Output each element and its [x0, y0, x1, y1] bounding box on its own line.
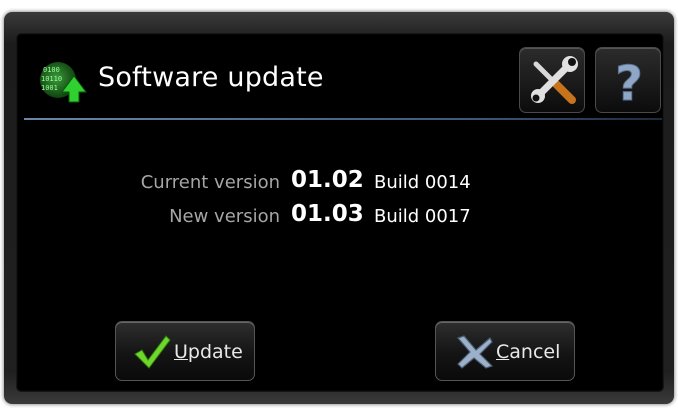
help-glyph: ? — [615, 56, 643, 112]
current-version-build: Build 0014 — [374, 172, 471, 193]
cancel-label-rest: ancel — [509, 341, 561, 363]
new-version-build: Build 0017 — [374, 206, 471, 227]
dialog-title: Software update — [98, 62, 324, 93]
update-mnemonic: U — [174, 341, 188, 363]
new-version-number: 01.03 — [291, 201, 364, 227]
title-divider — [24, 118, 662, 120]
update-button[interactable]: Update — [115, 321, 255, 381]
svg-text:10110: 10110 — [41, 75, 62, 83]
help-button[interactable]: ? — [595, 47, 661, 113]
software-update-icon: 0100 10110 1001 — [40, 62, 87, 103]
svg-text:0100: 0100 — [43, 66, 60, 74]
current-version-row: Current version 01.02 Build 0014 — [0, 166, 678, 196]
checkmark-icon — [134, 335, 171, 369]
settings-button[interactable] — [519, 47, 585, 113]
cancel-label: Cancel — [496, 341, 560, 363]
cancel-x-icon — [456, 335, 494, 369]
current-version-label: Current version — [140, 172, 280, 193]
new-version-row: New version 01.03 Build 0017 — [0, 200, 678, 230]
cancel-button[interactable]: Cancel — [435, 321, 575, 381]
help-icon: ? — [615, 56, 644, 113]
current-version-number: 01.02 — [291, 167, 364, 193]
update-label-rest: pdate — [187, 341, 243, 363]
update-label: Update — [174, 341, 243, 363]
new-version-label: New version — [169, 206, 280, 227]
cancel-mnemonic: C — [496, 341, 510, 363]
tools-icon — [531, 56, 578, 104]
svg-text:1001: 1001 — [41, 84, 58, 92]
